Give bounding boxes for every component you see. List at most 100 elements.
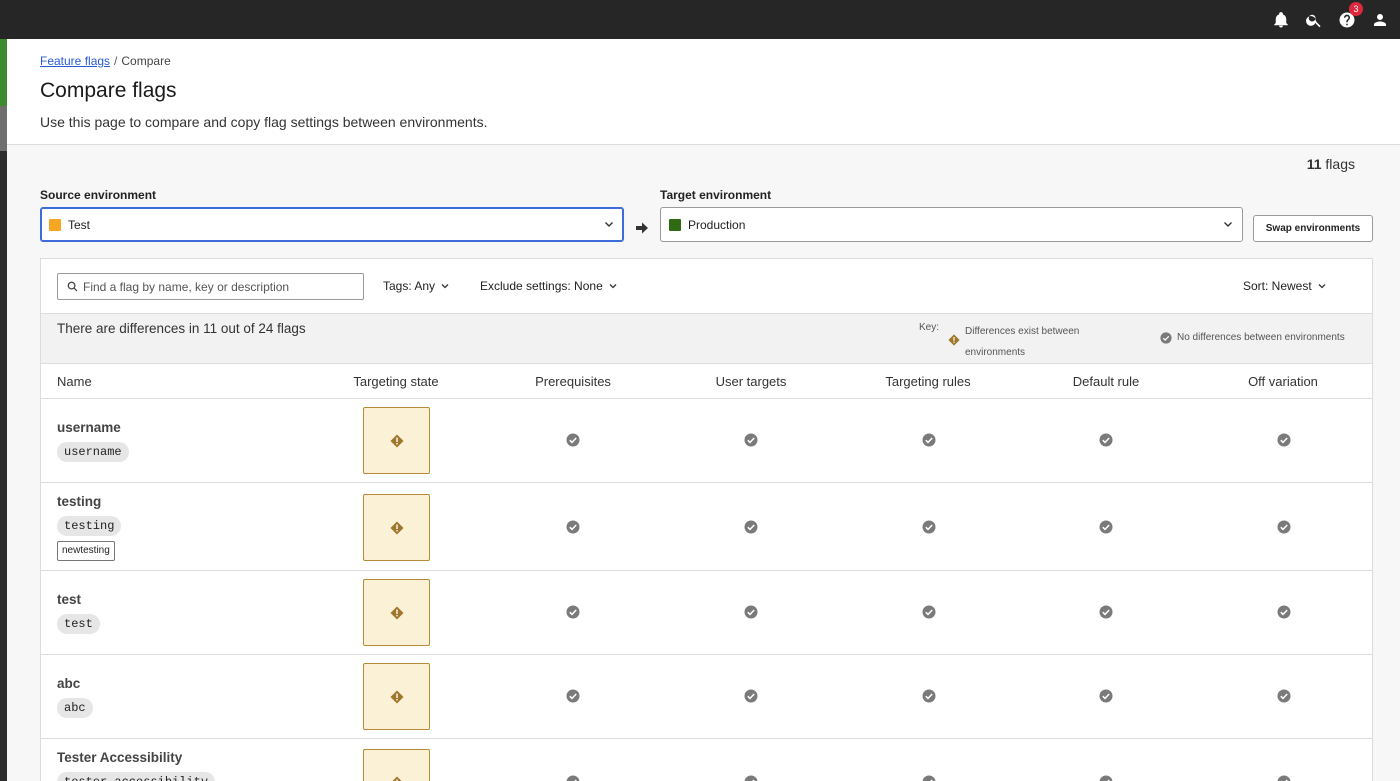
flag-name[interactable]: test — [57, 592, 81, 607]
target-env-color-swatch — [669, 218, 681, 231]
sort-dropdown[interactable]: Sort: Newest — [1243, 279, 1327, 293]
table-header: Name Targeting state Prerequisites User … — [41, 364, 1372, 399]
search-icon — [67, 281, 78, 292]
column-header-targeting-state: Targeting state — [353, 374, 439, 389]
diff-warning-icon — [390, 690, 403, 703]
chevron-down-icon — [605, 222, 613, 227]
diff-warning-icon — [390, 521, 403, 534]
target-environment-select[interactable]: Production — [660, 207, 1243, 242]
check-circle-icon — [1099, 520, 1113, 534]
diff-warning-icon — [391, 776, 402, 781]
chevron-down-icon — [1318, 284, 1326, 289]
compare-panel: Tags: Any Exclude settings: None Sort: N… — [40, 258, 1373, 781]
bell-icon[interactable] — [1271, 10, 1291, 30]
flag-name[interactable]: abc — [57, 676, 80, 691]
table-row[interactable]: test test — [41, 571, 1372, 655]
key-differences-text: Differences exist between environments — [965, 326, 1080, 358]
check-circle-icon — [744, 433, 758, 447]
check-circle-icon — [1277, 520, 1291, 534]
check-circle-icon — [922, 433, 936, 447]
check-circle-icon — [1277, 689, 1291, 703]
breadcrumb: Feature flags / Compare — [40, 54, 171, 68]
arrow-right-icon — [636, 222, 648, 234]
search-box — [57, 273, 364, 300]
check-circle-icon — [1099, 775, 1113, 781]
check-circle-icon — [922, 775, 936, 781]
flag-name[interactable]: Tester Accessibility — [57, 750, 182, 765]
flag-name[interactable]: username — [57, 420, 121, 435]
targeting-state-diff-cell[interactable] — [363, 579, 430, 646]
check-circle-icon — [1099, 689, 1113, 703]
page-header: Feature flags / Compare Compare flags Use … — [7, 39, 1400, 145]
diff-warning-icon — [948, 334, 960, 346]
flag-key: tester-accessibility — [57, 772, 216, 781]
breadcrumb-link-feature-flags[interactable]: Feature flags — [40, 54, 110, 68]
check-circle-icon — [566, 775, 580, 781]
target-environment-value: Production — [688, 217, 746, 232]
flag-key: username — [57, 442, 129, 462]
exclude-settings-filter[interactable]: Exclude settings: None — [480, 279, 618, 293]
table-row[interactable]: username username — [41, 399, 1372, 483]
flag-name[interactable]: testing — [57, 494, 101, 509]
flag-search-input[interactable] — [83, 279, 353, 294]
check-circle-icon — [566, 520, 580, 534]
check-circle-icon — [744, 605, 758, 619]
column-header-off-variation: Off variation — [1248, 374, 1318, 389]
target-environment-label: Target environment — [660, 188, 772, 202]
check-circle-icon — [744, 520, 758, 534]
column-header-targeting-rules: Targeting rules — [885, 374, 971, 389]
flag-key: abc — [57, 698, 93, 718]
source-environment-select[interactable]: Test — [40, 207, 624, 242]
tags-filter-label: Tags: Any — [383, 279, 436, 293]
check-circle-icon — [922, 689, 936, 703]
key-no-differences-text: No differences between environments — [1177, 332, 1345, 343]
targeting-state-diff-cell[interactable] — [363, 407, 430, 474]
flag-count-number: 11 — [1306, 156, 1322, 172]
table-row[interactable]: Tester Accessibility tester-accessibilit… — [41, 739, 1372, 781]
check-circle-icon — [1277, 605, 1291, 619]
left-rail-accent — [0, 39, 7, 106]
sort-label: Sort: Newest — [1243, 279, 1312, 293]
flag-key: test — [57, 614, 100, 634]
help-badge: 3 — [1349, 1, 1363, 16]
filter-toolbar: Tags: Any Exclude settings: None Sort: N… — [41, 259, 1372, 313]
left-rail — [0, 39, 7, 781]
top-bar: 3 — [0, 0, 1400, 39]
check-circle-icon — [744, 689, 758, 703]
breadcrumb-current: Compare — [121, 54, 171, 68]
column-header-user-targets: User targets — [715, 374, 787, 389]
table-row[interactable]: abc abc — [41, 655, 1372, 739]
source-env-color-swatch — [49, 218, 61, 231]
search-icon[interactable] — [1304, 10, 1324, 30]
check-circle-icon — [566, 433, 580, 447]
chevron-down-icon — [441, 284, 449, 289]
column-header-default-rule: Default rule — [1072, 374, 1140, 389]
check-circle-icon — [566, 605, 580, 619]
chevron-down-icon — [609, 284, 617, 289]
diff-warning-icon — [390, 606, 403, 619]
diff-warning-icon — [390, 434, 403, 447]
breadcrumb-separator: / — [114, 54, 118, 68]
user-icon[interactable] — [1370, 10, 1390, 30]
check-circle-icon — [744, 775, 758, 781]
check-circle-icon — [1160, 332, 1172, 344]
check-circle-icon — [1099, 433, 1113, 447]
table-row[interactable]: testing testing newtesting — [41, 483, 1372, 571]
flag-count-unit: flags — [1325, 156, 1355, 172]
differences-summary: There are differences in 11 out of 24 fl… — [41, 313, 1372, 364]
check-circle-icon — [922, 520, 936, 534]
check-circle-icon — [1277, 775, 1291, 781]
targeting-state-diff-cell[interactable] — [363, 663, 430, 730]
check-circle-icon — [1099, 605, 1113, 619]
key-label: Key: — [919, 322, 940, 333]
swap-environments-button[interactable]: Swap environments — [1253, 215, 1373, 242]
check-circle-icon — [922, 605, 936, 619]
targeting-state-diff-cell[interactable] — [363, 749, 430, 781]
flag-key: testing — [57, 516, 122, 536]
targeting-state-diff-cell[interactable] — [363, 494, 430, 561]
page-description: Use this page to compare and copy flag s… — [40, 114, 488, 130]
flag-tag[interactable]: newtesting — [57, 541, 115, 561]
help-icon[interactable]: 3 — [1337, 1, 1363, 30]
tags-filter[interactable]: Tags: Any — [383, 279, 450, 293]
source-environment-value: Test — [68, 217, 91, 232]
